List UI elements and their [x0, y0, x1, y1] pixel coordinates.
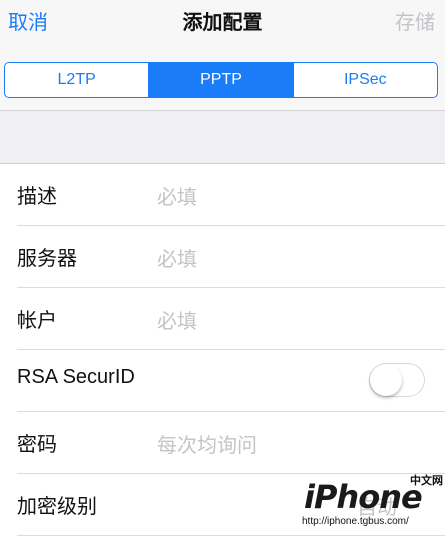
vpn-type-section: L2TP PPTP IPSec [0, 48, 445, 111]
password-row[interactable]: 密码 每次均询问 [17, 412, 445, 474]
server-row[interactable]: 服务器 必填 [17, 226, 445, 288]
account-row[interactable]: 帐户 必填 [17, 288, 445, 350]
segment-pptp[interactable]: PPTP [148, 63, 293, 97]
password-label: 密码 [17, 432, 57, 456]
rsa-securid-label: RSA SecurID [17, 366, 135, 388]
segment-l2tp[interactable]: L2TP [5, 63, 148, 97]
watermark-url: http://iphone.tgbus.com/ [302, 516, 409, 527]
account-field[interactable]: 必填 [157, 305, 197, 334]
description-row[interactable]: 描述 必填 [17, 164, 445, 226]
navigation-bar: 取消 添加配置 存储 [0, 0, 445, 48]
server-label: 服务器 [17, 246, 77, 270]
page-title: 添加配置 [182, 10, 263, 34]
description-field[interactable]: 必填 [157, 181, 197, 210]
save-button[interactable]: 存储 [395, 6, 435, 35]
server-field[interactable]: 必填 [157, 243, 197, 272]
account-label: 帐户 [17, 308, 57, 332]
description-label: 描述 [17, 184, 57, 208]
encryption-level-label: 加密级别 [17, 494, 97, 518]
rsa-securid-toggle[interactable] [369, 363, 425, 397]
toggle-knob [370, 364, 402, 396]
section-separator [0, 111, 445, 164]
rsa-securid-row: RSA SecurID [17, 350, 445, 412]
password-field[interactable]: 每次均询问 [157, 429, 257, 458]
segment-ipsec[interactable]: IPSec [292, 63, 437, 97]
vpn-type-segmented-control: L2TP PPTP IPSec [4, 62, 438, 98]
site-watermark: iPhone 中文网 http://iphone.tgbus.com/ [300, 472, 445, 536]
watermark-subtitle: 中文网 [410, 474, 443, 487]
watermark-logo: iPhone [304, 478, 423, 516]
